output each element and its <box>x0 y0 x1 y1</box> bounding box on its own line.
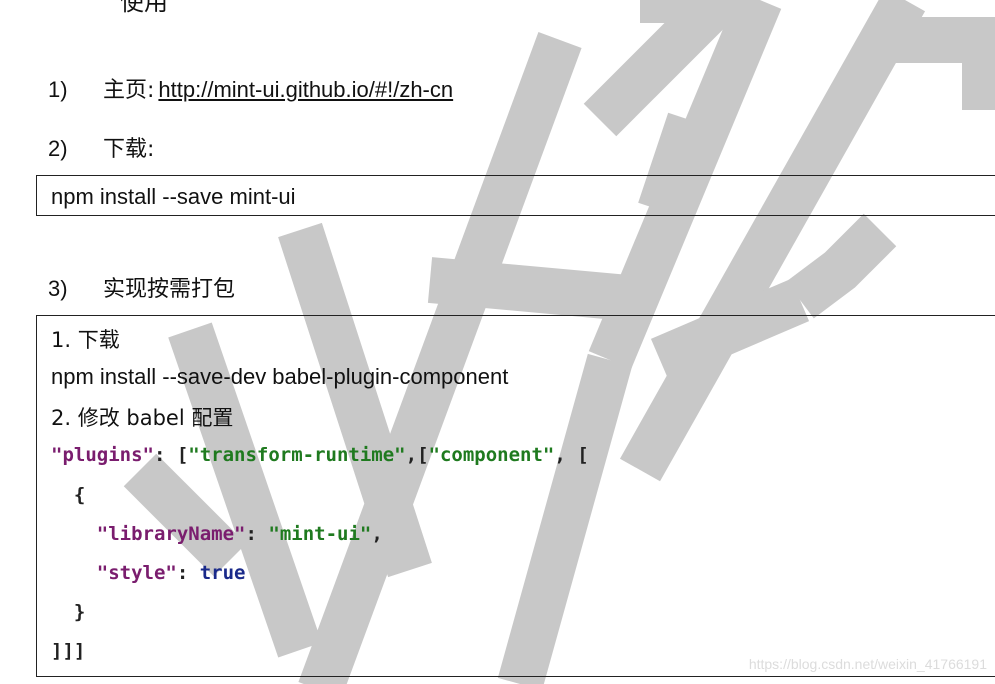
step-1: 1) 主页: http://mint-ui.github.io/#!/zh-cn <box>48 72 453 104</box>
source-watermark-text: https://blog.csdn.net/weixin_41766191 <box>748 656 987 672</box>
document-page: 使用 1) 主页: http://mint-ui.github.io/#!/zh… <box>0 0 995 684</box>
step-3: 3) 实现按需打包 <box>48 271 235 303</box>
config-step-1: 1. 下载 <box>51 328 120 352</box>
step-2: 2) 下载: <box>48 131 154 163</box>
step-label: 主页: <box>103 78 155 103</box>
install-dev-command: npm install --save-dev babel-plugin-comp… <box>51 364 509 389</box>
code-boolean: true <box>199 562 246 584</box>
code-string: "transform-runtime" <box>188 444 406 466</box>
code-line-1: "plugins": ["transform-runtime",["compon… <box>51 444 589 466</box>
homepage-link[interactable]: http://mint-ui.github.io/#!/zh-cn <box>158 77 453 103</box>
config-step-2: 2. 修改 babel 配置 <box>51 406 234 430</box>
code-line-3: "libraryName": "mint-ui", <box>96 523 383 545</box>
step-label: 实现按需打包 <box>103 277 236 302</box>
code-line-5: } <box>51 601 86 623</box>
install-command: npm install --save mint-ui <box>51 184 296 209</box>
code-line-2: { <box>51 484 86 506</box>
code-line-6: ]]] <box>51 640 86 662</box>
code-string: "component" <box>428 444 555 466</box>
step-number: 2) <box>48 136 68 161</box>
code-key: "libraryName" <box>96 523 246 545</box>
code-string: "mint-ui" <box>268 523 372 545</box>
code-key: "style" <box>96 562 177 584</box>
step-number: 3) <box>48 276 68 301</box>
babel-config-box: 1. 下载 npm install --save-dev babel-plugi… <box>36 315 995 677</box>
code-key: "plugins" <box>51 444 154 466</box>
step-label: 下载: <box>103 137 155 162</box>
code-line-4: "style": true <box>96 562 246 584</box>
download-command-box: npm install --save mint-ui <box>36 175 995 216</box>
step-number: 1) <box>48 77 68 102</box>
cut-off-heading: 使用 <box>120 0 168 16</box>
